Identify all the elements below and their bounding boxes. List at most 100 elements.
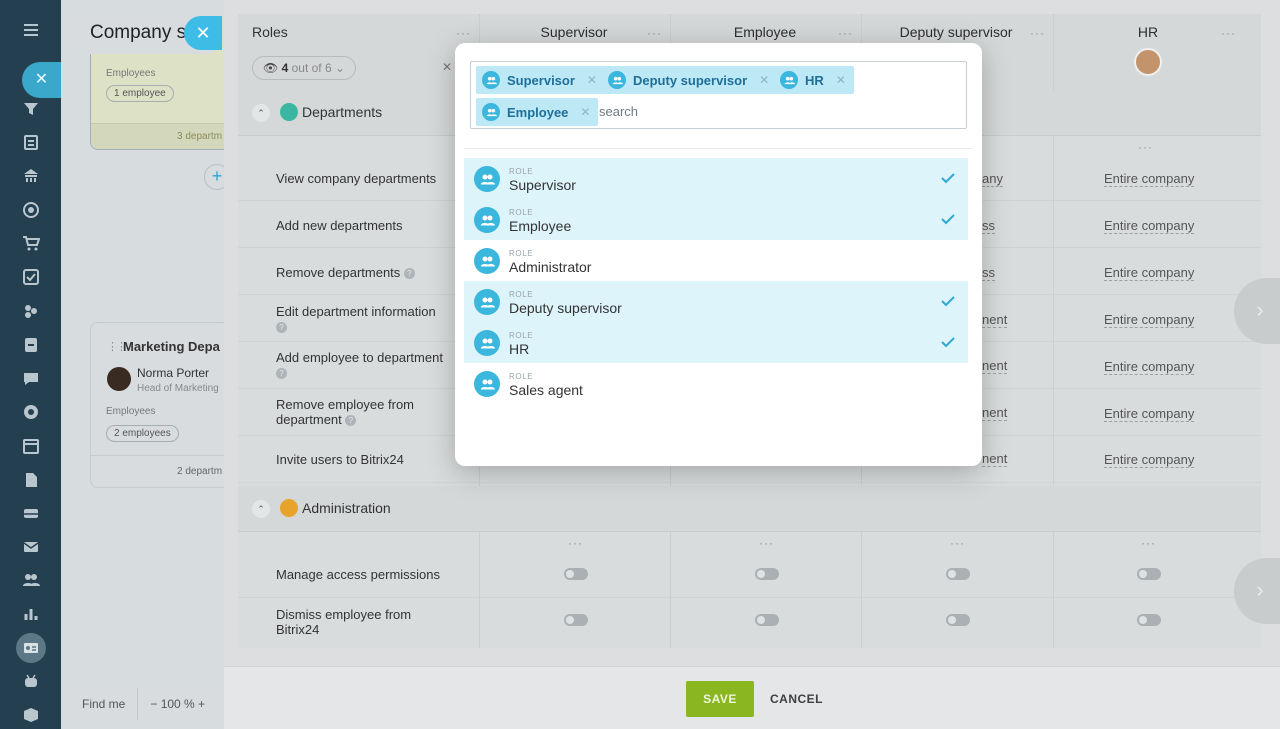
more-icon[interactable]: ···	[759, 536, 774, 550]
permission-toggle[interactable]	[755, 568, 779, 580]
chart-icon[interactable]	[20, 603, 42, 625]
selected-roles-box[interactable]: Supervisor ✕ Deputy supervisor ✕ HR ✕ Em…	[470, 61, 967, 129]
more-icon[interactable]: ···	[1221, 26, 1236, 40]
permission-value[interactable]: Entire company	[1104, 406, 1195, 422]
permission-toggle[interactable]	[1137, 568, 1161, 580]
people-icon	[780, 71, 798, 89]
remove-tag-icon[interactable]: ✕	[580, 105, 590, 119]
target-icon[interactable]	[20, 199, 42, 221]
find-me-button[interactable]: Find me	[68, 688, 139, 720]
role-option[interactable]: ROLE Employee	[464, 199, 968, 240]
permission-toggle[interactable]	[946, 568, 970, 580]
close-panel-icon[interactable]: ✕	[184, 16, 222, 50]
remove-tag-icon[interactable]: ✕	[759, 73, 769, 87]
permission-value[interactable]: Entire company	[1104, 312, 1195, 328]
zoom-control[interactable]: − 100 % +	[138, 697, 205, 711]
role-option[interactable]: ROLE Supervisor	[464, 158, 968, 199]
avatar[interactable]	[1134, 48, 1162, 76]
chevron-down-icon: ⌄	[334, 61, 346, 75]
permission-value[interactable]: ss	[982, 265, 995, 281]
head-name[interactable]: Norma Porter	[137, 366, 209, 380]
checkbox-icon[interactable]	[20, 266, 42, 288]
permission-value[interactable]: nent	[982, 405, 1008, 421]
box-icon[interactable]	[20, 704, 42, 726]
search-input[interactable]: search	[599, 104, 638, 119]
remove-tag-icon[interactable]: ✕	[836, 73, 846, 87]
drive-icon[interactable]	[20, 502, 42, 524]
permission-toggle[interactable]	[946, 614, 970, 626]
file-icon[interactable]	[20, 469, 42, 491]
permission-toggle[interactable]	[755, 614, 779, 626]
close-icon[interactable]: ✕	[22, 62, 61, 98]
permission-value[interactable]: Entire company	[1104, 359, 1195, 375]
more-icon[interactable]: ···	[647, 26, 662, 40]
funnel-icon[interactable]	[20, 98, 42, 120]
collapse-icon[interactable]: ✕	[442, 60, 452, 74]
employees-label: Employees	[106, 68, 156, 79]
visible-count: 4	[281, 61, 289, 75]
cart-icon[interactable]	[20, 232, 42, 254]
save-button[interactable]: SAVE	[686, 681, 754, 717]
permission-value[interactable]: Entire company	[1104, 218, 1195, 234]
document-icon[interactable]	[20, 334, 42, 356]
chevron-up-icon[interactable]: ⌃	[252, 500, 270, 518]
permission-value[interactable]: nent	[982, 358, 1008, 374]
avatar	[107, 367, 131, 391]
permission-value[interactable]: nent	[982, 451, 1008, 467]
employees-count-badge[interactable]: 2 employees	[106, 425, 179, 442]
remove-tag-icon[interactable]: ✕	[587, 73, 597, 87]
help-icon[interactable]: ?	[276, 368, 287, 380]
calendar-icon[interactable]	[20, 435, 42, 457]
more-icon[interactable]: ···	[1141, 536, 1156, 550]
people-icon	[474, 289, 500, 315]
role-option[interactable]: ROLE Sales agent	[464, 363, 968, 404]
permission-toggle[interactable]	[564, 614, 588, 626]
robot-icon[interactable]	[20, 670, 42, 692]
puzzle-icon[interactable]	[20, 300, 42, 322]
more-icon[interactable]: ···	[456, 26, 471, 40]
menu-icon[interactable]	[20, 19, 42, 41]
role-tag[interactable]: Deputy supervisor ✕	[602, 66, 778, 94]
role-tag-label: Supervisor	[507, 72, 575, 88]
department-card-marketing[interactable]: ⋮⋮ Marketing Depa Norma Porter Head of M…	[90, 322, 230, 488]
bank-icon[interactable]	[20, 165, 42, 187]
cancel-button[interactable]: CANCEL	[770, 681, 823, 717]
checkmark-icon	[941, 214, 955, 225]
permission-value[interactable]: nent	[982, 312, 1008, 328]
help-icon[interactable]: ?	[276, 322, 287, 334]
department-card[interactable]: Employees 1 employee 3 departm	[90, 40, 230, 150]
chat-icon[interactable]	[20, 368, 42, 390]
more-icon[interactable]: ···	[1138, 140, 1153, 154]
permission-value[interactable]: Entire company	[1104, 265, 1195, 281]
column-header: HR	[1137, 24, 1159, 40]
circle-icon[interactable]	[20, 401, 42, 423]
permission-toggle[interactable]	[1137, 614, 1161, 626]
permission-value[interactable]: Entire company	[1104, 171, 1195, 187]
help-icon[interactable]: ?	[345, 415, 357, 427]
tasks-icon[interactable]	[20, 131, 42, 153]
role-name: Sales agent	[509, 382, 583, 398]
section-title: Administration	[302, 500, 391, 516]
more-icon[interactable]: ···	[950, 536, 965, 550]
role-option[interactable]: ROLE Administrator	[464, 240, 968, 281]
chevron-up-icon[interactable]: ⌃	[252, 104, 270, 122]
visible-roles-selector[interactable]: 👁 4 out of 6 ⌄	[252, 56, 356, 80]
employees-count-badge[interactable]: 1 employee	[106, 85, 174, 102]
role-tag[interactable]: HR ✕	[774, 66, 854, 94]
role-option[interactable]: ROLE HR	[464, 322, 968, 363]
permission-value[interactable]: Entire company	[1104, 452, 1195, 468]
people-icon[interactable]	[20, 569, 42, 591]
role-tag[interactable]: Employee ✕	[476, 98, 599, 126]
permission-value[interactable]: any	[982, 171, 1003, 187]
more-icon[interactable]: ···	[1030, 26, 1045, 40]
more-icon[interactable]: ···	[568, 536, 583, 550]
more-icon[interactable]: ···	[838, 26, 853, 40]
permission-toggle[interactable]	[564, 568, 588, 580]
mail-icon[interactable]	[20, 536, 42, 558]
role-option[interactable]: ROLE Deputy supervisor	[464, 281, 968, 322]
permission-value[interactable]: ss	[982, 218, 995, 234]
role-tag[interactable]: Supervisor ✕	[476, 66, 605, 94]
help-icon[interactable]: ?	[403, 268, 415, 280]
id-card-icon[interactable]	[20, 637, 42, 659]
role-caption: ROLE	[509, 167, 534, 176]
